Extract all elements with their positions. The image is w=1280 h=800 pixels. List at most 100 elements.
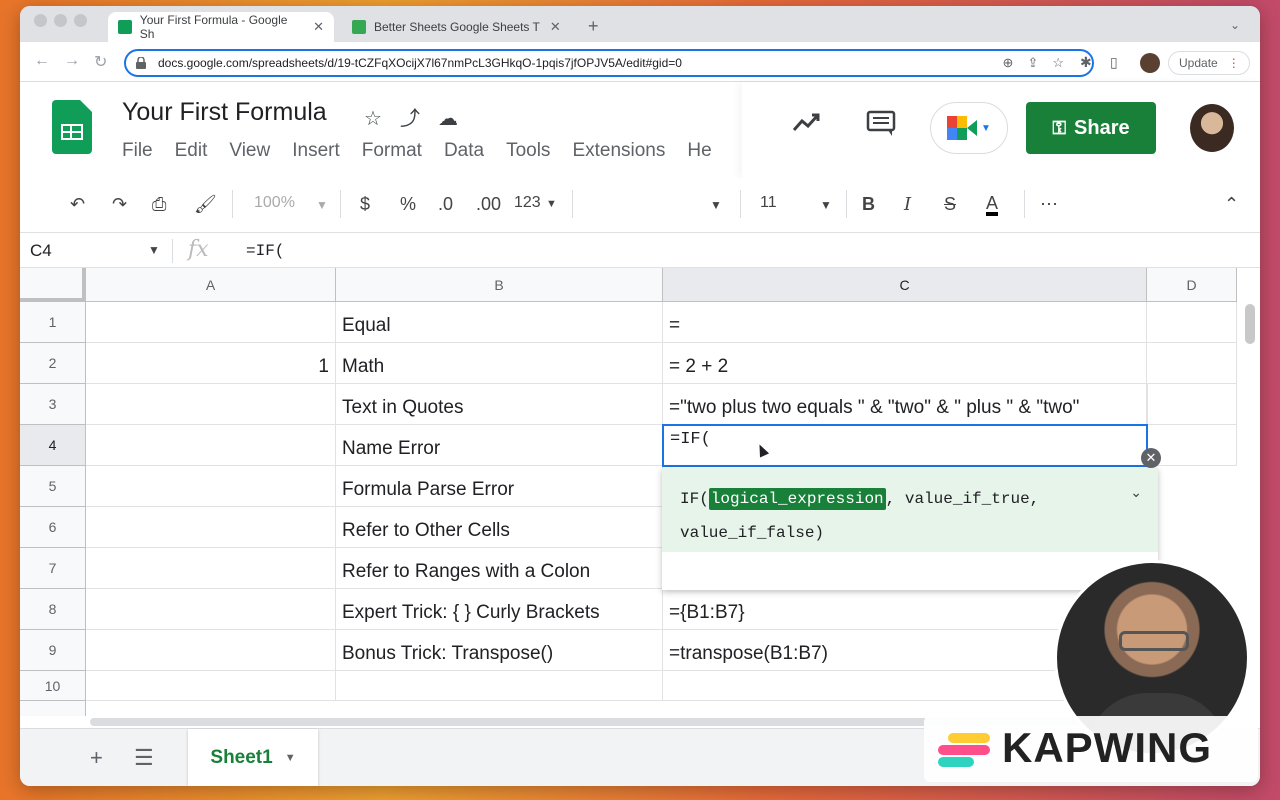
cell-a4[interactable] [86, 425, 336, 466]
decrease-decimal-button[interactable]: .0 [438, 194, 453, 215]
cell-a2[interactable]: 1 [86, 343, 336, 384]
extensions-puzzle-icon[interactable]: ✱ [1080, 54, 1092, 71]
update-button[interactable]: Update ⋮ [1168, 51, 1250, 75]
column-header-a[interactable]: A [86, 268, 336, 302]
star-icon[interactable]: ☆ [364, 108, 382, 130]
cell-a10[interactable] [86, 671, 336, 701]
print-icon[interactable]: ⎙ [152, 194, 166, 215]
cell-a1[interactable] [86, 302, 336, 343]
row-header[interactable]: 3 [20, 384, 86, 425]
cell-a6[interactable] [86, 507, 336, 548]
cell-a8[interactable] [86, 589, 336, 630]
cell-b3[interactable]: Text in Quotes [336, 384, 663, 425]
cell-b2[interactable]: Math [336, 343, 663, 384]
formula-input[interactable]: =IF( [246, 242, 284, 260]
menu-data[interactable]: Data [444, 140, 484, 162]
cell-c4-editor[interactable]: =IF( [662, 424, 1148, 467]
close-tab-icon[interactable]: ✕ [550, 19, 561, 35]
font-size-caret-icon[interactable]: ▼ [820, 198, 832, 212]
row-header[interactable]: 6 [20, 507, 86, 548]
row-header[interactable]: 7 [20, 548, 86, 589]
number-format-caret-icon[interactable]: ▼ [546, 198, 557, 210]
row-header[interactable]: 8 [20, 589, 86, 630]
add-sheet-icon[interactable]: + [90, 745, 103, 771]
row-header[interactable]: 11 [20, 701, 86, 716]
cell-c1[interactable]: = [663, 302, 1147, 343]
menu-edit[interactable]: Edit [175, 140, 208, 162]
cell-b9[interactable]: Bonus Trick: Transpose() [336, 630, 663, 671]
profile-avatar[interactable] [1140, 53, 1160, 73]
column-header-b[interactable]: B [336, 268, 663, 302]
row-header[interactable]: 1 [20, 302, 86, 343]
text-color-button[interactable]: A [986, 194, 999, 216]
menu-format[interactable]: Format [362, 140, 422, 162]
bold-button[interactable]: B [862, 194, 875, 215]
row-header[interactable]: 4 [20, 425, 86, 466]
sheet-tab-caret-icon[interactable]: ▼ [285, 752, 296, 764]
menu-file[interactable]: File [122, 140, 153, 162]
formula-autocomplete-popup[interactable]: IF(logical_expression, value_if_true, va… [662, 468, 1158, 590]
move-folder-icon[interactable]: ⤴ [400, 108, 420, 130]
row-header[interactable]: 2 [20, 343, 86, 384]
zoom-icon[interactable]: ⊕ [1003, 55, 1028, 70]
cell-c2[interactable]: = 2 + 2 [663, 343, 1147, 384]
browser-tab-active[interactable]: Your First Formula - Google Sh ✕ [108, 12, 334, 42]
all-sheets-list-icon[interactable]: ☰ [134, 745, 154, 771]
sheet-tab-sheet1[interactable]: Sheet1 ▼ [188, 729, 318, 786]
browser-tab[interactable]: Better Sheets Google Sheets T ✕ [342, 12, 574, 42]
reload-icon[interactable]: ↻ [94, 52, 107, 72]
forward-arrow-icon[interactable]: → [64, 52, 80, 70]
menu-view[interactable]: View [229, 140, 270, 162]
back-arrow-icon[interactable]: ← [34, 52, 50, 70]
minimize-window-dot[interactable] [54, 14, 67, 27]
cell-b1[interactable]: Equal [336, 302, 663, 343]
cell-b4[interactable]: Name Error [336, 425, 663, 466]
tab-search-chevron-icon[interactable]: ⌄ [1230, 18, 1240, 32]
close-window-dot[interactable] [34, 14, 47, 27]
cell-a9[interactable] [86, 630, 336, 671]
row-header[interactable]: 9 [20, 630, 86, 671]
cell-a7[interactable] [86, 548, 336, 589]
cell-b5[interactable]: Formula Parse Error [336, 466, 663, 507]
menu-help[interactable]: He [687, 140, 711, 162]
font-size-select[interactable]: 11 [760, 194, 777, 212]
sheets-logo-icon[interactable] [52, 100, 92, 154]
zoom-select[interactable]: 100% [254, 194, 295, 212]
share-button[interactable]: ⚿ Share [1026, 102, 1156, 154]
currency-button[interactable]: $ [360, 194, 370, 215]
activity-trend-icon[interactable] [792, 110, 822, 141]
cell-a3[interactable] [86, 384, 336, 425]
meet-button[interactable]: ▼ [930, 102, 1008, 154]
cell-b7[interactable]: Refer to Ranges with a Colon [336, 548, 663, 589]
percent-button[interactable]: % [400, 194, 416, 215]
menu-extensions[interactable]: Extensions [572, 140, 665, 162]
cell-b6[interactable]: Refer to Other Cells [336, 507, 663, 548]
sidebar-toggle-icon[interactable]: ▯ [1110, 54, 1118, 71]
url-bar[interactable]: docs.google.com/spreadsheets/d/19-tCZFqX… [124, 49, 1094, 77]
row-header[interactable]: 10 [20, 671, 86, 701]
share-page-icon[interactable]: ⇪ [1027, 55, 1052, 70]
column-header-d[interactable]: D [1147, 268, 1237, 302]
cell-c3[interactable]: ="two plus two equals " & "two" & " plus… [663, 384, 1147, 425]
more-options-icon[interactable]: ⋯ [1040, 194, 1058, 215]
document-title[interactable]: Your First Formula [122, 98, 327, 127]
cell-a5[interactable] [86, 466, 336, 507]
number-format-button[interactable]: 123 [514, 194, 541, 212]
select-all-corner[interactable] [20, 268, 86, 302]
font-family-caret-icon[interactable]: ▼ [710, 198, 722, 212]
strikethrough-button[interactable]: S [944, 194, 956, 215]
account-avatar[interactable] [1190, 104, 1234, 152]
column-header-c[interactable]: C [663, 268, 1147, 302]
comment-icon[interactable] [866, 110, 896, 145]
collapse-menu-chevron-icon[interactable]: ⌃ [1224, 194, 1239, 215]
menu-tools[interactable]: Tools [506, 140, 550, 162]
increase-decimal-button[interactable]: .00 [476, 194, 501, 215]
menu-insert[interactable]: Insert [292, 140, 340, 162]
undo-icon[interactable]: ↶ [70, 194, 85, 215]
cell-b8[interactable]: Expert Trick: { } Curly Brackets [336, 589, 663, 630]
name-box-caret-icon[interactable]: ▼ [148, 243, 160, 257]
paint-format-icon[interactable]: 🖌 [194, 194, 217, 215]
cell-d1[interactable] [1147, 302, 1237, 343]
close-editor-icon[interactable]: ✕ [1141, 448, 1161, 468]
italic-button[interactable]: I [904, 194, 911, 215]
